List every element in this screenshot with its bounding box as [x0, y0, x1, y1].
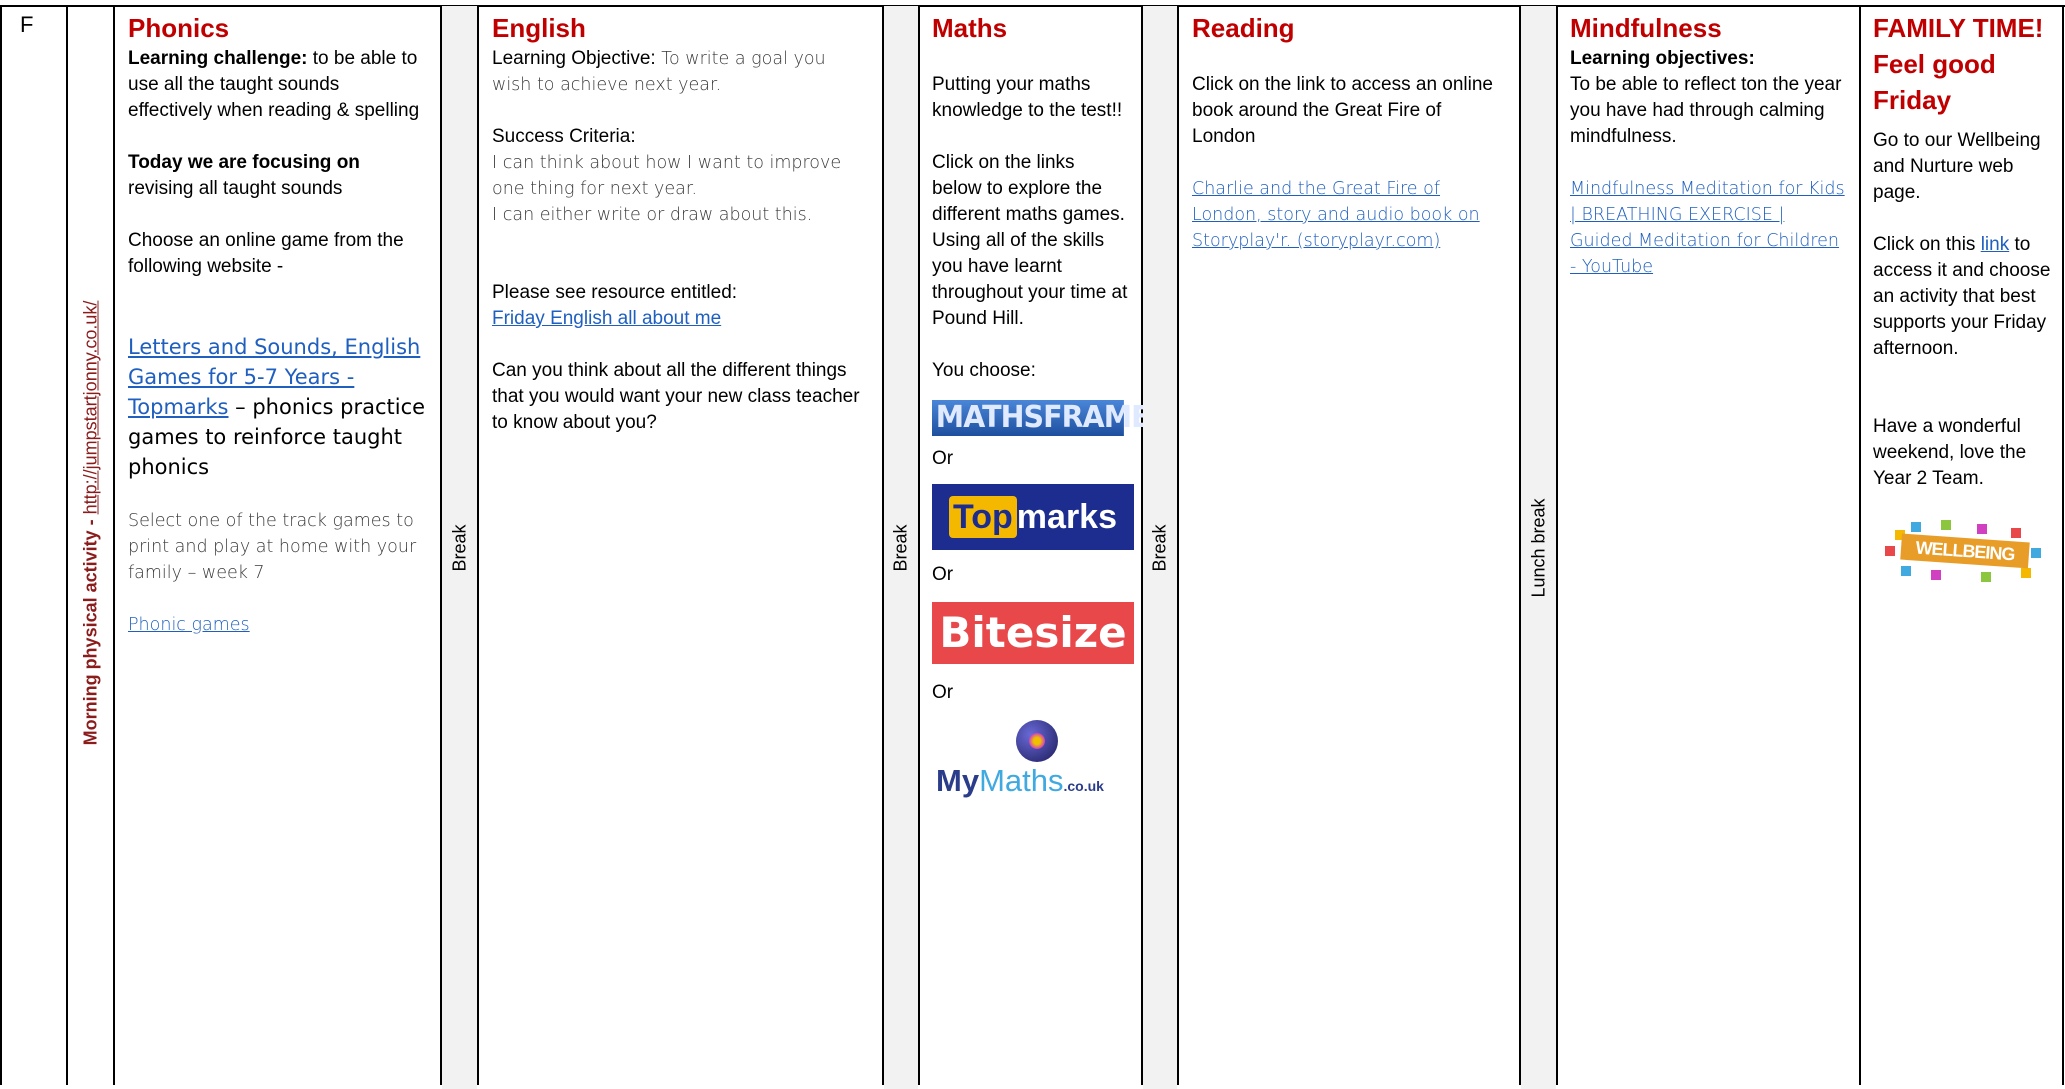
english-title: English	[492, 13, 586, 43]
closing-text: Have a wonderful weekend, love the Year …	[1873, 416, 2027, 489]
mindfulness-title: Mindfulness	[1570, 13, 1722, 43]
break-label: Break	[449, 523, 469, 572]
phonics-title: Phonics	[128, 13, 230, 43]
reading-text: Click on the link to access an online bo…	[1192, 74, 1493, 147]
lunch-break-cell: Lunch break	[1521, 6, 1556, 1089]
wellbeing-link[interactable]: link	[1981, 234, 2010, 255]
break-label: Break	[1149, 523, 1170, 572]
track-games-text: Select one of the track games to print a…	[128, 511, 417, 583]
mymaths-logo-maths: Maths	[979, 763, 1064, 798]
english-cell: English Learning Objective: To write a g…	[479, 6, 882, 1089]
wellbeing-logo-text: WELLBEING	[1900, 533, 2030, 569]
you-choose: You choose:	[932, 360, 1036, 381]
focus-text: revising all taught sounds	[128, 178, 343, 199]
phonics-cell: Phonics Learning challenge: to be able t…	[115, 6, 440, 1089]
or-text: Or	[932, 682, 954, 703]
phonic-games-link[interactable]: Phonic games	[128, 615, 250, 635]
click-text-a: Click on this	[1873, 234, 1981, 255]
break-cell: Break	[1143, 6, 1177, 1089]
focus-label: Today we are focusing on	[128, 152, 360, 173]
family-text: Go to our Wellbeing and Nurture web page…	[1873, 130, 2041, 203]
wellbeing-logo: WELLBEING	[1881, 518, 2051, 584]
lunch-break-label: Lunch break	[1528, 497, 1548, 598]
mymaths-ball-icon	[1016, 720, 1058, 762]
resource-text: Please see resource entitled:	[492, 282, 738, 303]
maths-cell: Maths Putting your maths knowledge to th…	[920, 6, 1151, 1089]
success-2: I can either write or draw about this.	[492, 205, 813, 225]
bitesize-logo[interactable]: Bitesize	[932, 602, 1134, 664]
maths-title: Maths	[932, 13, 1008, 43]
jumpstart-link[interactable]: http://jumpstartjonny.co.uk/	[80, 300, 100, 514]
family-time-cell: FAMILY TIME! Feel good Friday Go to our …	[1861, 6, 2062, 1089]
success-label: Success Criteria:	[492, 126, 636, 147]
or-text: Or	[932, 564, 954, 585]
maths-instructions: Click on the links below to explore the …	[932, 152, 1128, 329]
morning-activity-label: Morning physical activity -	[80, 513, 100, 745]
mymaths-logo-domain: .co.uk	[1063, 778, 1104, 794]
or-text: Or	[932, 448, 954, 469]
topmarks-logo-top: Top	[949, 496, 1017, 538]
day-cell: F	[2, 6, 66, 1089]
break-label: Break	[890, 523, 911, 572]
maths-intro: Putting your maths knowledge to the test…	[932, 74, 1123, 121]
success-1: I can think about how I want to improve …	[492, 153, 842, 199]
reading-title: Reading	[1192, 13, 1295, 43]
reading-cell: Reading Click on the link to access an o…	[1179, 6, 1519, 1089]
mindfulness-cell: Mindfulness Learning objectives: To be a…	[1558, 6, 1859, 1089]
mindfulness-video-link[interactable]: Mindfulness Meditation for Kids | BREATH…	[1570, 179, 1845, 277]
mymaths-logo[interactable]: MyMaths.co.uk	[932, 712, 1134, 822]
mymaths-logo-my: My	[936, 763, 980, 798]
english-question: Can you think about all the different th…	[492, 360, 860, 433]
english-resource-link[interactable]: Friday English all about me	[492, 308, 721, 329]
break-cell: Break	[884, 6, 918, 1089]
mindfulness-objectives-label: Learning objectives:	[1570, 48, 1755, 69]
mathsframe-logo[interactable]: MATHSFRAME	[932, 400, 1151, 436]
morning-activity-cell: Morning physical activity - http://jumps…	[68, 6, 113, 1089]
topmarks-logo-marks: marks	[1016, 498, 1117, 536]
morning-activity: Morning physical activity - http://jumps…	[80, 300, 101, 745]
family-time-title: FAMILY TIME! Feel good Friday	[1873, 13, 2044, 115]
break-cell: Break	[442, 6, 477, 1089]
border-right	[2062, 6, 2064, 1085]
topmarks-logo[interactable]: Top marks	[932, 484, 1134, 550]
day-letter: F	[20, 12, 34, 37]
objective-label: Learning Objective:	[492, 48, 656, 69]
mindfulness-objectives-text: To be able to reflect ton the year you h…	[1570, 74, 1842, 147]
choose-text: Choose an online game from the following…	[128, 230, 404, 277]
storyplayr-link[interactable]: Charlie and the Great Fire of London, st…	[1192, 179, 1480, 251]
challenge-label: Learning challenge:	[128, 48, 308, 69]
